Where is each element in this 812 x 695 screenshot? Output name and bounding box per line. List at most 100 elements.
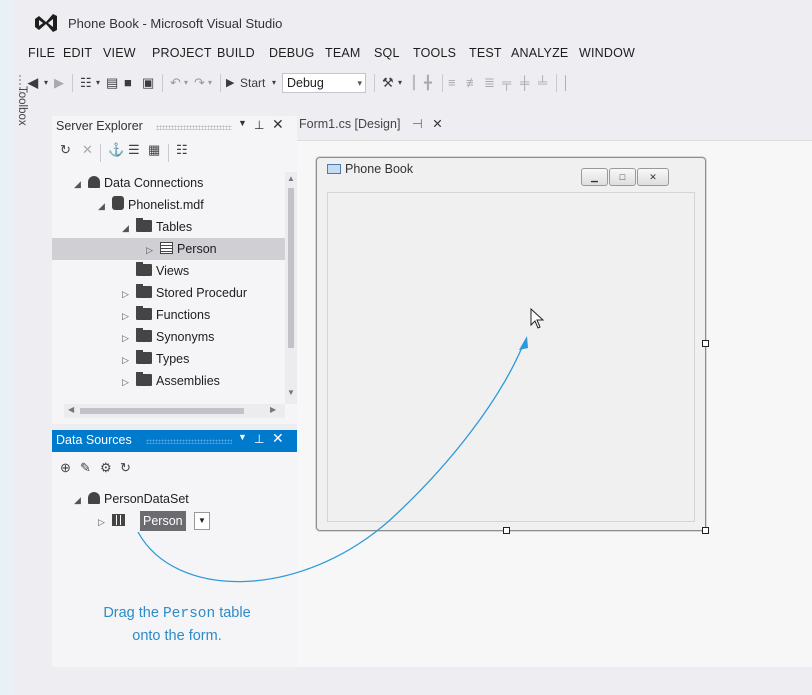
menu-tools[interactable]: TOOLS [413,46,456,60]
refresh-icon[interactable]: ↻ [120,460,131,476]
tree-item-assemblies[interactable]: ▷ Assemblies [52,370,285,392]
edit-dataset-icon[interactable]: ✎ [80,460,91,476]
maximize-button[interactable]: □ [609,168,636,186]
menu-test[interactable]: TEST [469,46,502,60]
align-bottoms-icon[interactable]: ╧ [538,74,547,92]
menu-file[interactable]: FILE [28,46,55,60]
expanded-arrow-icon[interactable]: ◢ [98,195,112,217]
configure-dataset-icon[interactable]: ⚙ [100,460,112,476]
align-middles-icon[interactable]: ╪ [520,74,529,92]
menu-window[interactable]: WINDOW [579,46,635,60]
menu-sql[interactable]: SQL [374,46,400,60]
chevron-down-icon[interactable]: ▼ [238,118,247,128]
scrollbar-thumb[interactable] [288,188,294,348]
align-lefts-icon[interactable]: ≡ [448,74,456,92]
panel-grip[interactable] [146,439,232,444]
panel-grip[interactable] [156,125,232,130]
tree-item-stored-procedures[interactable]: ▷ Stored Procedur [52,282,285,304]
add-data-source-icon[interactable]: ⊕ [60,460,71,476]
close-button[interactable]: ✕ [637,168,669,186]
redo-dropdown-icon[interactable]: ▾ [208,74,212,92]
scroll-down-icon[interactable]: ▼ [287,388,295,397]
forward-icon[interactable]: ▶ [54,74,64,92]
tree-item-functions[interactable]: ▷ Functions [52,304,285,326]
grid-align-icon[interactable]: ┃ [410,74,418,92]
collapsed-arrow-icon[interactable]: ▷ [122,305,136,327]
scroll-up-icon[interactable]: ▲ [287,174,295,183]
save-all-icon[interactable]: ▣ [142,74,154,92]
toolbox-tab[interactable]: Toolbox [14,82,34,126]
collapsed-arrow-icon[interactable]: ▷ [146,239,160,261]
pin-icon[interactable]: ⊣ [412,117,423,131]
collapsed-arrow-icon[interactable]: ▷ [98,511,112,533]
collapsed-arrow-icon[interactable]: ▷ [122,283,136,305]
menu-team[interactable]: TEAM [325,46,361,60]
align-centers-icon[interactable]: ≢ [466,74,479,92]
pin-icon[interactable]: ⊥ [254,118,264,132]
resize-handle-bottom[interactable] [503,527,510,534]
expanded-arrow-icon[interactable]: ◢ [74,173,88,195]
pin-icon[interactable]: ⊥ [254,432,264,446]
tab-form1-design[interactable]: Form1.cs [Design] ⊣ ✕ [299,116,443,138]
person-table-combo[interactable]: Person ▼ [140,511,222,531]
tree-item-tables[interactable]: ◢ Tables [52,216,285,238]
chevron-down-icon[interactable]: ▼ [194,512,210,530]
tree-item-person[interactable]: ▷ Person [52,238,285,260]
menu-analyze[interactable]: ANALYZE [511,46,568,60]
new-project-icon[interactable]: ☷ [80,74,92,92]
vertical-scrollbar[interactable]: ▲ ▼ [285,172,297,404]
attach-dropdown-icon[interactable]: ▾ [398,74,402,92]
stop-refresh-icon[interactable]: ✕ [82,142,93,158]
scroll-left-icon[interactable]: ◀ [68,405,74,414]
collapsed-arrow-icon[interactable]: ▷ [122,371,136,393]
tree-item-types[interactable]: ▷ Types [52,348,285,370]
tree-item-persondataset[interactable]: ◢ PersonDataSet [52,488,292,510]
start-debugging-icon[interactable]: ▶ [226,74,234,92]
form-client-area[interactable] [327,192,695,522]
connect-server-icon[interactable]: ☰ [128,142,140,158]
attach-icon[interactable]: ⚒ [382,74,394,92]
undo-icon[interactable]: ↶ [170,74,181,92]
new-dropdown-icon[interactable]: ▾ [96,74,100,92]
tree-item-views[interactable]: Views [52,260,285,282]
make-same-width-icon[interactable]: │ [562,74,570,92]
properties-icon[interactable]: ☷ [176,142,188,158]
phone-book-form[interactable]: Phone Book ▁ □ ✕ [316,157,706,531]
tree-item-phonelist-mdf[interactable]: ◢ Phonelist.mdf [52,194,285,216]
align-tops-icon[interactable]: ╤ [502,74,511,92]
menu-project[interactable]: PROJECT [152,46,212,60]
chevron-down-icon[interactable]: ▼ [238,432,247,442]
resize-handle-bottom-right[interactable] [702,527,709,534]
close-icon[interactable]: ✕ [272,430,284,447]
back-dropdown-icon[interactable]: ▾ [44,74,48,92]
azure-connect-icon[interactable]: ▦ [148,142,160,158]
open-file-icon[interactable]: ▤ [106,74,118,92]
connect-database-icon[interactable]: ⚓ [108,142,124,158]
expanded-arrow-icon[interactable]: ◢ [122,217,136,239]
horizontal-scrollbar[interactable]: ◀ ▶ [64,404,285,418]
undo-dropdown-icon[interactable]: ▾ [184,74,188,92]
start-dropdown-icon[interactable]: ▾ [272,74,276,92]
align-left-icon[interactable]: ╋ [424,74,432,92]
align-rights-icon[interactable]: ≣ [484,74,495,92]
minimize-button[interactable]: ▁ [581,168,608,186]
menu-view[interactable]: VIEW [103,46,136,60]
menu-build[interactable]: BUILD [217,46,255,60]
redo-icon[interactable]: ↷ [194,74,205,92]
refresh-icon[interactable]: ↻ [60,142,71,158]
close-icon[interactable]: ✕ [432,117,442,131]
save-icon[interactable]: ■ [124,74,132,92]
tree-item-synonyms[interactable]: ▷ Synonyms [52,326,285,348]
expanded-arrow-icon[interactable]: ◢ [74,489,88,511]
collapsed-arrow-icon[interactable]: ▷ [122,349,136,371]
tree-item-data-connections[interactable]: ◢ Data Connections [52,172,285,194]
resize-handle-right[interactable] [702,340,709,347]
start-button[interactable]: Start [240,74,265,92]
menu-edit[interactable]: EDIT [63,46,92,60]
menu-debug[interactable]: DEBUG [269,46,314,60]
close-icon[interactable]: ✕ [272,116,284,133]
scroll-right-icon[interactable]: ▶ [270,405,276,414]
collapsed-arrow-icon[interactable]: ▷ [122,327,136,349]
scrollbar-thumb[interactable] [80,408,244,414]
solution-configuration-select[interactable]: Debug ▾ [282,73,366,93]
